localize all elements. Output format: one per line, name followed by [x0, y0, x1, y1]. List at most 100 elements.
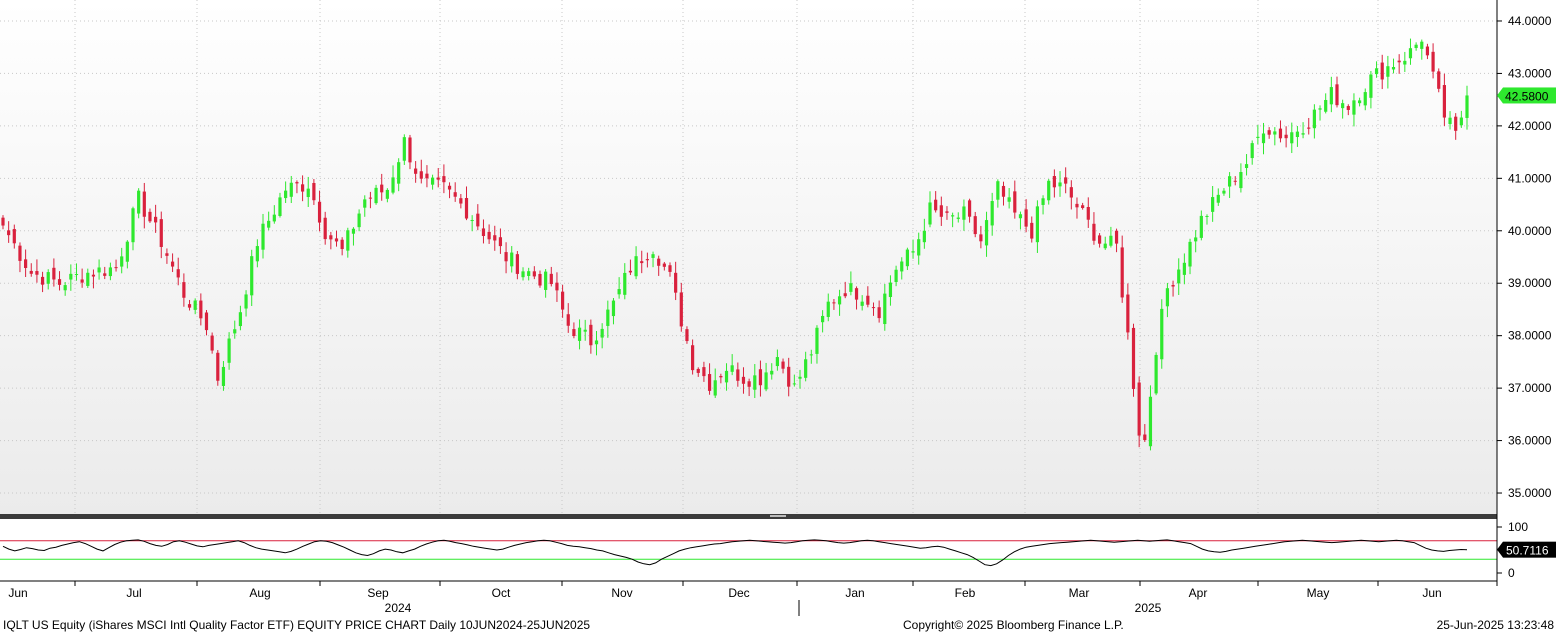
- candle-down: [12, 229, 16, 244]
- candle-down: [91, 274, 96, 277]
- last-price-pointer: [1497, 87, 1503, 104]
- candle-up: [1148, 396, 1153, 447]
- month-label: Apr: [1189, 586, 1208, 600]
- candle-up: [1165, 288, 1170, 307]
- candle-down: [1024, 209, 1028, 227]
- candle-up: [1318, 108, 1322, 110]
- copyright: Copyright© 2025 Bloomberg Finance L.P.: [903, 618, 1124, 632]
- candle-down: [165, 253, 169, 256]
- candle-down: [340, 239, 344, 250]
- candle-up: [1459, 117, 1463, 126]
- month-label: Sep: [367, 586, 389, 600]
- candle-up: [753, 375, 757, 390]
- candle-down: [182, 282, 186, 298]
- candle-down: [1143, 434, 1147, 441]
- candle-up: [956, 217, 960, 219]
- candle-up: [1239, 172, 1243, 189]
- candle-up: [131, 208, 135, 243]
- candle-down: [572, 329, 576, 336]
- candle-up: [1341, 103, 1345, 109]
- price-tick-label: 36.0000: [1508, 434, 1552, 448]
- candle-up: [221, 366, 226, 386]
- candle-down: [481, 228, 486, 237]
- candle-up: [1216, 194, 1220, 203]
- divider-handle[interactable]: [770, 515, 786, 517]
- candle-up: [911, 251, 915, 253]
- candle-up: [1103, 243, 1107, 249]
- candle-down: [80, 279, 84, 283]
- candle-down: [334, 238, 339, 242]
- candle-down: [741, 376, 746, 384]
- candle-up: [651, 254, 655, 258]
- price-tick-label: 40.0000: [1508, 224, 1552, 238]
- candle-up: [1358, 100, 1362, 104]
- candle-down: [493, 235, 497, 241]
- candle-up: [1018, 214, 1023, 219]
- candle-up: [250, 256, 254, 296]
- candle-up: [120, 256, 124, 267]
- candle-down: [674, 272, 678, 293]
- candle-down: [40, 276, 45, 285]
- candle-up: [577, 327, 582, 341]
- candle-up: [238, 312, 243, 327]
- candle-up: [623, 272, 627, 295]
- candle-down: [832, 302, 836, 304]
- price-tick-label: 41.0000: [1508, 171, 1552, 185]
- month-label: Jun: [1422, 586, 1441, 600]
- candle-down: [52, 267, 56, 280]
- candle-down: [1346, 106, 1350, 110]
- candle-up: [385, 189, 389, 199]
- candle-down: [1437, 71, 1441, 89]
- candle-up: [1324, 99, 1328, 112]
- candle-down: [979, 234, 983, 242]
- candle-down: [436, 177, 440, 180]
- candle-up: [1329, 87, 1333, 105]
- month-label: Aug: [249, 586, 270, 600]
- candle-up: [815, 327, 819, 354]
- candle-up: [1352, 100, 1356, 115]
- candle-up: [1374, 68, 1379, 75]
- candle-up: [990, 201, 994, 226]
- candle-up: [1222, 190, 1226, 194]
- price-panel-background: [0, 0, 1497, 514]
- candle-up: [1199, 215, 1203, 238]
- candle-down: [1013, 191, 1017, 213]
- candle-up: [792, 383, 796, 385]
- candle-down: [300, 184, 305, 192]
- candle-down: [781, 361, 785, 369]
- candle-down: [532, 271, 536, 277]
- candle-up: [267, 220, 271, 228]
- candle-down: [442, 176, 446, 183]
- candle-down: [566, 314, 570, 326]
- candle-up: [1420, 41, 1424, 49]
- candle-down: [538, 273, 542, 286]
- candle-down: [691, 345, 695, 371]
- price-tick-label: 39.0000: [1508, 276, 1552, 290]
- panel-divider[interactable]: [0, 514, 1497, 519]
- candle-down: [1086, 207, 1090, 220]
- candle-down: [967, 200, 972, 217]
- candle-up: [1290, 132, 1294, 144]
- candle-down: [1030, 222, 1034, 239]
- candle-up: [108, 267, 112, 277]
- candle-down: [154, 216, 158, 223]
- candle-down: [736, 369, 740, 381]
- candle-down: [323, 217, 327, 240]
- candle-up: [430, 177, 435, 185]
- candle-down: [787, 366, 791, 387]
- candle-up: [600, 328, 604, 338]
- price-tick-label: 38.0000: [1508, 329, 1552, 343]
- candle-down: [1126, 294, 1130, 333]
- candle-up: [1035, 206, 1040, 243]
- candle-down: [18, 245, 22, 261]
- candle-down: [555, 282, 559, 291]
- candle-down: [476, 213, 480, 227]
- candle-up: [804, 359, 808, 378]
- candle-down: [459, 198, 463, 204]
- candle-up: [1244, 164, 1249, 169]
- candle-up: [1194, 237, 1198, 242]
- candle-up: [510, 252, 514, 267]
- candle-up: [962, 206, 966, 220]
- candle-up: [1448, 117, 1452, 125]
- candle-up: [1465, 95, 1469, 118]
